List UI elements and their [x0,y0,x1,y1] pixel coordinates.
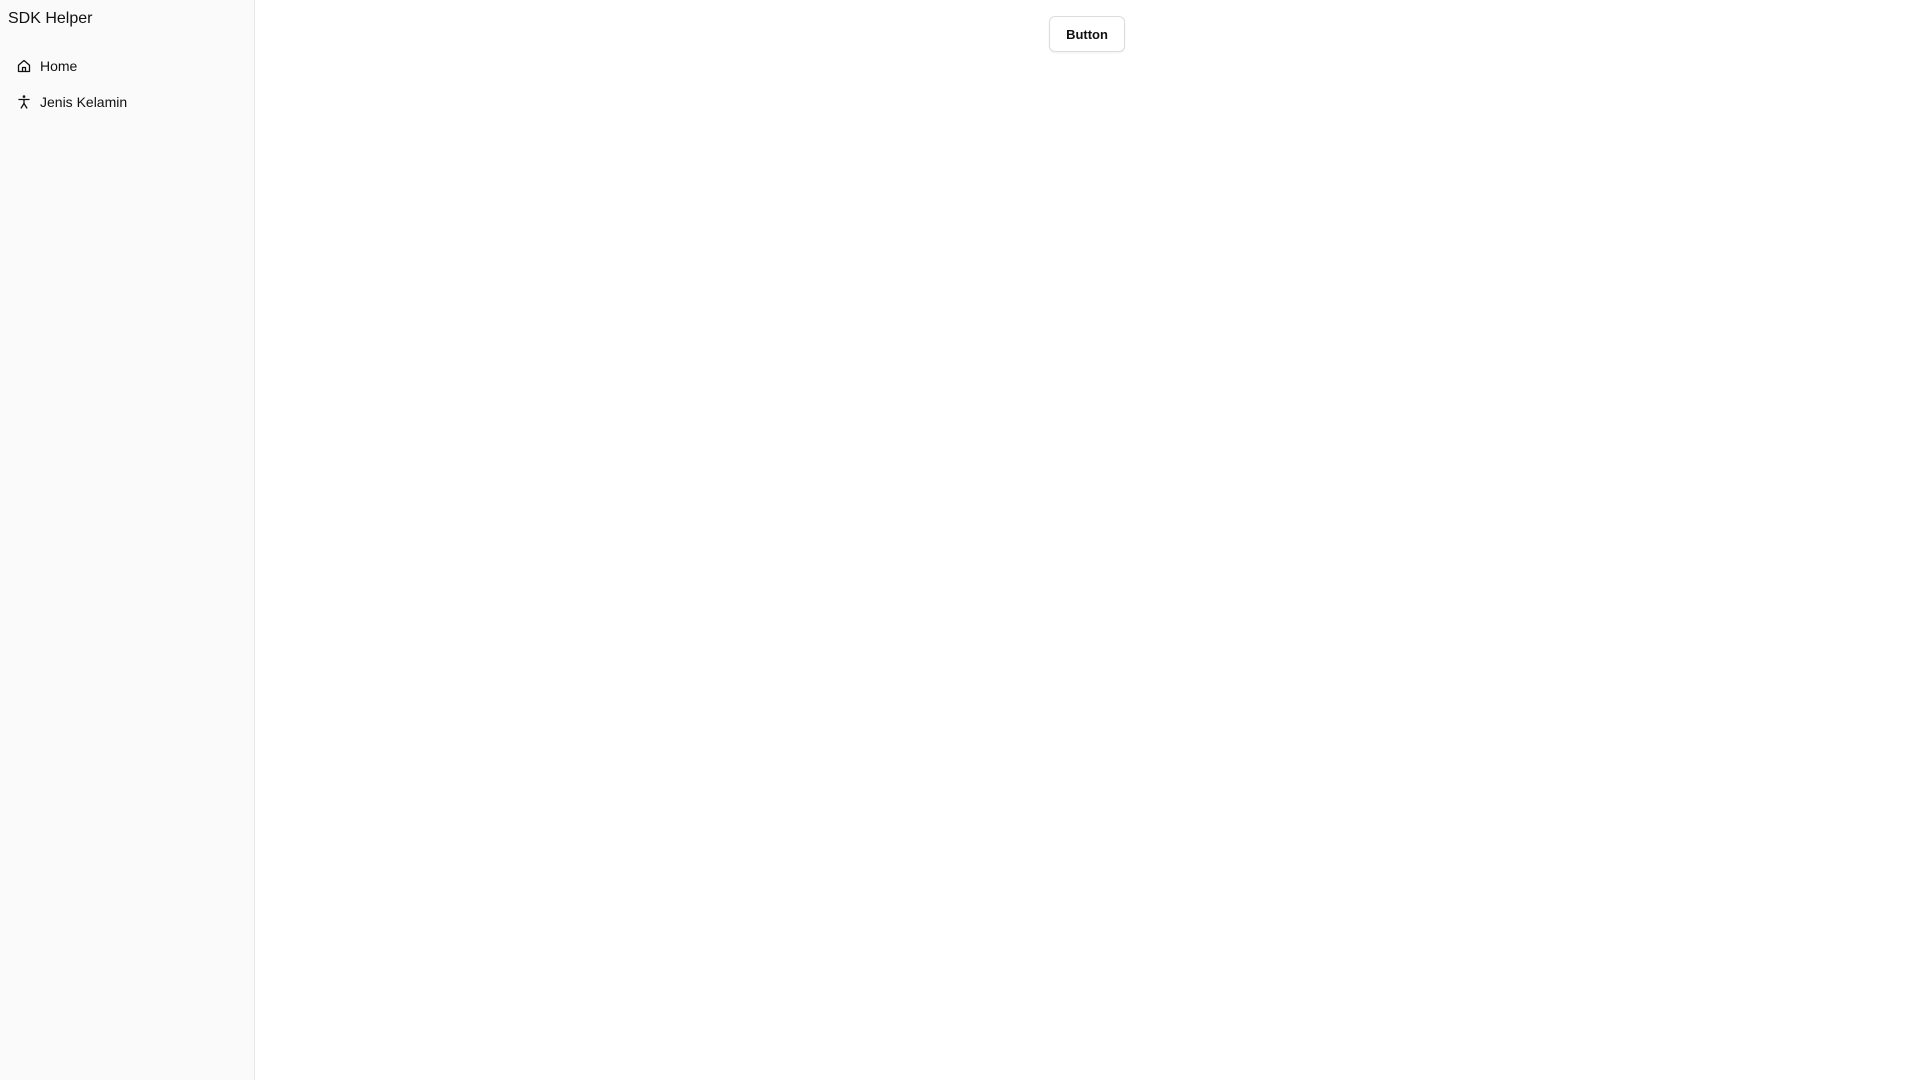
sidebar: SDK Helper Home Jenis Kelamin [0,0,255,1080]
home-icon [16,58,32,74]
sidebar-item-label: Jenis Kelamin [40,94,128,110]
sidebar-item-jenis-kelamin[interactable]: Jenis Kelamin [0,84,254,120]
primary-button[interactable]: Button [1049,16,1125,52]
app-window: SDK Helper Home Jenis Kelamin Button [0,0,1920,1080]
main-content: Button [256,0,1920,1080]
app-title: SDK Helper [8,10,93,27]
sidebar-nav: Home Jenis Kelamin [0,48,254,120]
person-icon [16,94,32,110]
sidebar-item-label: Home [40,58,78,74]
sidebar-item-home[interactable]: Home [0,48,254,84]
